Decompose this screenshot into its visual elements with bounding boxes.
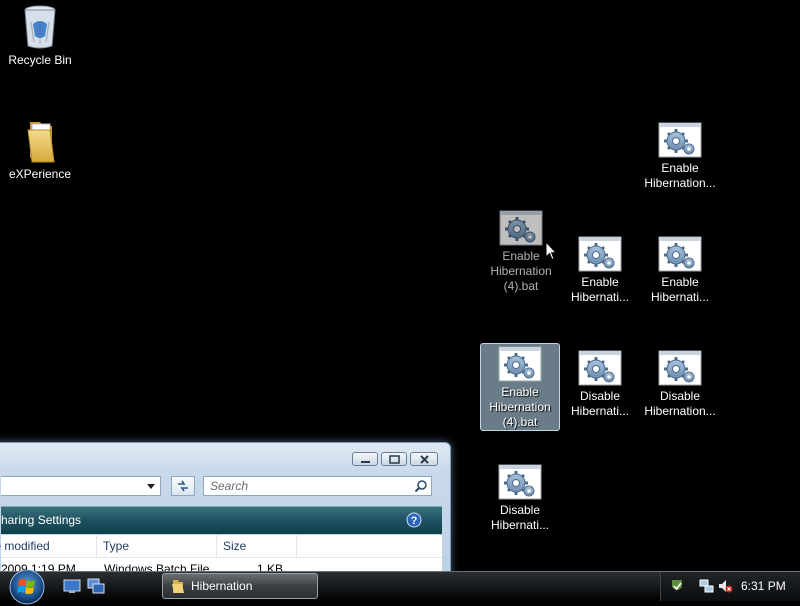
search-placeholder: Search — [210, 479, 249, 493]
help-icon[interactable]: ? — [406, 512, 422, 528]
desktop-icon-disable-hibernation[interactable]: Disable Hibernati... — [560, 348, 640, 419]
folder-icon — [27, 122, 55, 163]
chevron-down-icon[interactable] — [144, 479, 158, 493]
sharing-settings-button[interactable]: haring Settings — [1, 507, 81, 534]
desktop-icon-enable-hibernation[interactable]: Enable Hibernation... — [640, 120, 720, 191]
close-icon — [420, 455, 429, 464]
address-bar[interactable] — [1, 476, 161, 496]
desktop-icon-label: Enable Hibernati... — [650, 275, 710, 304]
desktop[interactable]: Recycle Bin eXPerience Enable Hibernatio… — [0, 0, 800, 571]
taskbar: Hibernation 6:31 PM — [0, 569, 800, 605]
desktop-icon-label: Recycle Bin — [8, 53, 72, 67]
desktop-icon-enable-hibernation[interactable]: Enable Hibernati... — [640, 234, 720, 305]
cell-size: 1 KB — [257, 562, 284, 571]
batch-file-icon — [578, 350, 622, 386]
recycle-bin-icon — [24, 5, 56, 49]
mouse-cursor-icon — [545, 241, 557, 261]
column-header-type[interactable]: Type — [97, 535, 217, 557]
search-input[interactable]: Search — [203, 476, 432, 496]
batch-file-icon — [498, 464, 542, 500]
start-button[interactable] — [8, 568, 46, 606]
volume-muted-icon[interactable] — [717, 578, 733, 594]
refresh-button[interactable] — [171, 476, 195, 496]
clock[interactable]: 6:31 PM — [741, 572, 786, 601]
desktop-icon-disable-hibernation[interactable]: Disable Hibernati... — [480, 462, 560, 533]
search-icon[interactable] — [414, 479, 428, 493]
column-header-date-modified[interactable]: te modified — [0, 535, 97, 557]
batch-file-icon — [499, 210, 543, 246]
batch-file-icon — [658, 350, 702, 386]
column-headers: te modified Type Size — [0, 535, 442, 558]
desktop-icon-disable-hibernation[interactable]: Disable Hibernation... — [640, 348, 720, 419]
desktop-icon-label: Enable Hibernation... — [644, 161, 716, 190]
desktop-icon-label: eXPerience — [8, 167, 72, 181]
folder-icon — [172, 580, 184, 593]
explorer-window[interactable]: Search haring Settings ? te modified Typ… — [0, 442, 451, 571]
minimize-icon — [361, 461, 370, 463]
command-bar: haring Settings ? — [1, 506, 442, 534]
desktop-icon-enable-hibernation-selected[interactable]: Enable Hibernation (4).bat — [480, 343, 560, 431]
refresh-icon — [178, 480, 188, 492]
minimize-button[interactable] — [352, 452, 378, 466]
svg-text:?: ? — [411, 515, 418, 527]
desktop-icon-label: Disable Hibernati... — [490, 503, 550, 532]
taskbar-button-hibernation[interactable]: Hibernation — [162, 573, 318, 599]
maximize-button[interactable] — [381, 452, 407, 466]
desktop-icon-label: Disable Hibernati... — [570, 389, 630, 418]
show-desktop-icon[interactable] — [63, 578, 81, 594]
system-tray: 6:31 PM — [660, 572, 800, 601]
desktop-icon-enable-hibernation[interactable]: Enable Hibernati... — [560, 234, 640, 305]
desktop-icon-experience-folder[interactable]: eXPerience — [0, 114, 80, 182]
switch-windows-icon[interactable] — [87, 578, 105, 594]
cell-type: Windows Batch File — [104, 562, 210, 571]
taskbar-button-label: Hibernation — [191, 579, 253, 593]
column-header-size[interactable]: Size — [217, 535, 297, 557]
batch-file-icon — [498, 346, 542, 382]
maximize-icon — [389, 455, 400, 464]
defender-icon[interactable] — [669, 578, 685, 594]
network-icon[interactable] — [699, 578, 715, 594]
batch-file-icon — [658, 122, 702, 158]
close-button[interactable] — [410, 452, 438, 466]
desktop-icon-recycle-bin[interactable]: Recycle Bin — [0, 0, 80, 68]
desktop-icon-label: Disable Hibernation... — [644, 389, 716, 418]
desktop-icon-label: Enable Hibernation (4).bat — [489, 385, 551, 429]
batch-file-icon — [658, 236, 702, 272]
table-row[interactable]: 8/2009 1:19 PM Windows Batch File 1 KB — [1, 558, 442, 571]
batch-file-icon — [578, 236, 622, 272]
desktop-icon-label: Enable Hibernati... — [570, 275, 630, 304]
